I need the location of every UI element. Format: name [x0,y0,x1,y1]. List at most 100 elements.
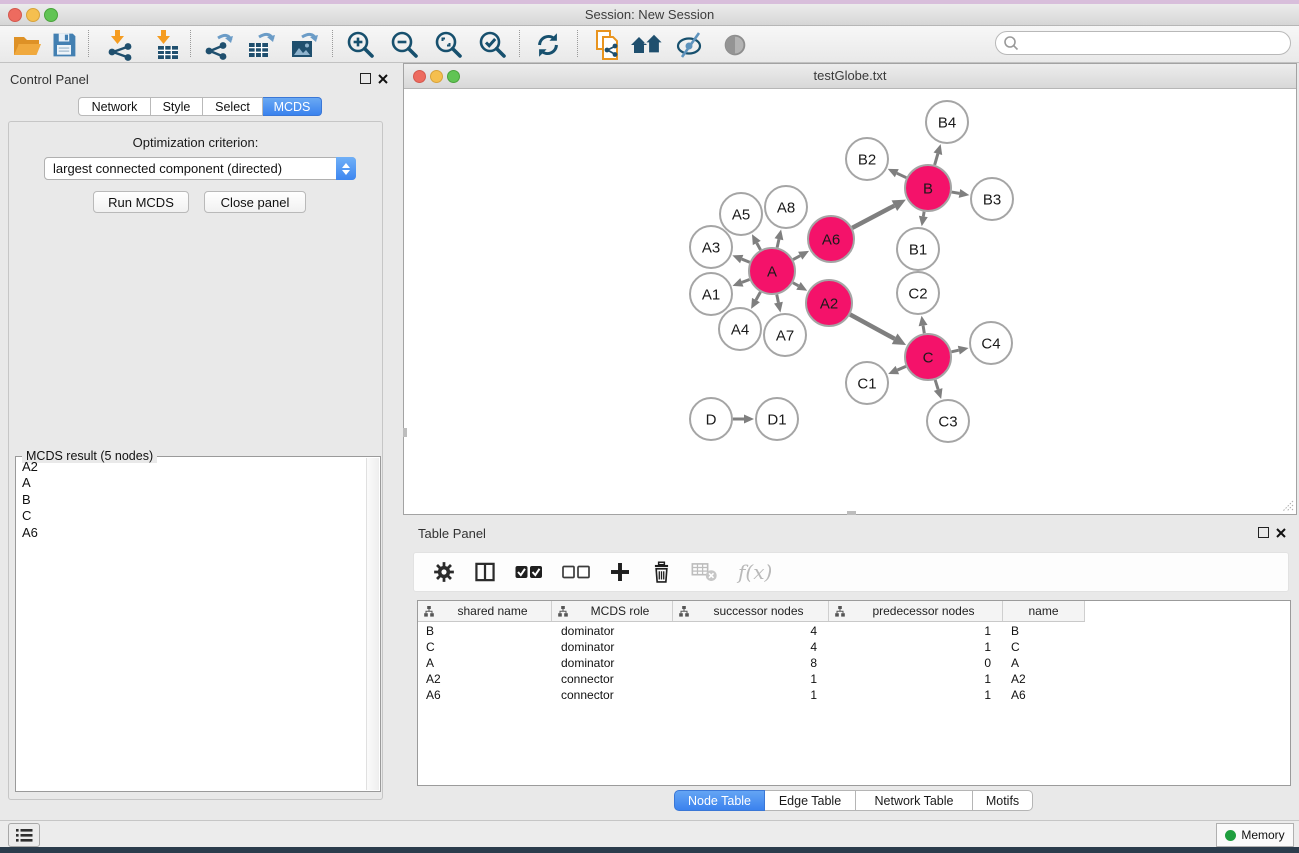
search-icon [1003,35,1020,52]
result-list-item[interactable]: C [17,508,367,524]
zoom-fit-button[interactable] [432,29,466,61]
table-settings-button[interactable] [432,558,456,586]
edge-A-A5[interactable] [757,243,761,250]
tab-motifs[interactable]: Motifs [973,790,1033,811]
node-label-B4: B4 [938,114,956,131]
edge-A-A8[interactable] [777,239,779,247]
edge-B-B1[interactable] [923,212,924,217]
network-zoom-button[interactable] [447,70,460,83]
edge-A-A6[interactable] [793,256,800,260]
zoom-selected-button[interactable] [476,29,510,61]
show-panels-button[interactable] [8,823,40,847]
table-row[interactable]: Adominator80A [418,655,1085,671]
zoom-in-button[interactable] [344,29,378,61]
edge-A-A7[interactable] [777,295,779,303]
edge-C-C1[interactable] [897,366,906,370]
edge-C-C4[interactable] [951,350,958,352]
result-list-scrollbar[interactable] [366,458,379,790]
zoom-out-button[interactable] [388,29,422,61]
network-window-titlebar[interactable]: testGlobe.txt [404,64,1296,89]
control-panel-tabs: NetworkStyleSelectMCDS [78,97,322,116]
table-row[interactable]: Bdominator41B [418,623,1085,639]
tab-mcds[interactable]: MCDS [263,97,322,116]
close-window-button[interactable] [8,8,22,22]
toolbar-separator [332,30,333,57]
add-column-button[interactable] [608,558,632,586]
edge-B-B4[interactable] [935,154,938,165]
column-header-name[interactable]: name [1003,601,1085,621]
edge-C-C3[interactable] [935,380,938,390]
run-mcds-button[interactable]: Run MCDS [93,191,189,213]
result-list-item[interactable]: B [17,492,367,508]
search-input[interactable] [1024,34,1290,52]
network-window-title: testGlobe.txt [404,64,1296,88]
home-layout-button[interactable] [630,29,664,61]
column-header-MCDS-role[interactable]: MCDS role [552,601,673,621]
close-panel-button[interactable]: Close panel [204,191,306,213]
minimize-window-button[interactable] [26,8,40,22]
deselect-all-button[interactable] [561,558,591,586]
float-table-panel-icon[interactable] [1258,527,1269,538]
edge-B-B3[interactable] [952,192,960,193]
delete-column-button[interactable] [649,558,673,586]
open-file-button[interactable] [10,29,44,61]
tab-edge-table[interactable]: Edge Table [765,790,856,811]
network-graph[interactable]: B4B2BB3A8A5A6A3B1AA1C2A2A4A7C4CC1DD1C3 [405,89,1295,514]
column-header-successor-nodes[interactable]: successor nodes [673,601,829,621]
tab-network-table[interactable]: Network Table [856,790,973,811]
memory-label: Memory [1241,828,1284,842]
zoom-fit-icon [433,29,465,61]
close-table-panel-icon[interactable] [1276,528,1286,538]
node-table[interactable]: shared nameMCDS rolesuccessor nodesprede… [417,600,1291,786]
column-header-shared-name[interactable]: shared name [418,601,552,621]
mcds-result-list[interactable]: A2ABCA6 [17,459,367,790]
mcds-panel: Optimization criterion: largest connecte… [8,121,383,800]
select-all-button[interactable] [514,558,544,586]
svg-text:f(x): f(x) [736,560,771,584]
result-list-item[interactable]: A6 [17,525,367,541]
float-panel-icon[interactable] [360,73,371,84]
memory-button[interactable]: Memory [1216,823,1294,847]
tab-node-table[interactable]: Node Table [674,790,765,811]
result-list-item[interactable]: A [17,475,367,491]
search-field-wrap [995,31,1291,55]
clone-network-button[interactable] [590,29,624,61]
edge-A-A2[interactable] [793,283,799,286]
hide-graphics-details-button[interactable] [673,29,707,61]
refresh-button[interactable] [531,29,565,61]
result-list-item[interactable]: A2 [17,459,367,475]
table-row[interactable]: A2connector11A2 [418,671,1085,687]
tab-network[interactable]: Network [78,97,151,116]
tab-select[interactable]: Select [203,97,263,116]
criterion-dropdown[interactable]: largest connected component (directed) [44,157,356,180]
export-image-button[interactable] [287,29,321,61]
table-panel-controls [1258,527,1286,538]
column-header-predecessor-nodes[interactable]: predecessor nodes [829,601,1003,621]
node-label-C: C [923,349,934,366]
split-panel-button[interactable] [473,558,497,586]
zoom-window-button[interactable] [44,8,58,22]
table-row[interactable]: A6connector11A6 [418,687,1085,703]
function-builder-button[interactable]: f(x) [735,558,771,586]
edge-A-A3[interactable] [742,259,750,262]
network-close-button[interactable] [413,70,426,83]
table-row[interactable]: Cdominator41C [418,639,1085,655]
import-table-button[interactable] [149,29,183,61]
edge-A6-B[interactable] [852,206,894,228]
close-panel-icon[interactable] [378,74,388,84]
edge-A-A1[interactable] [742,279,750,282]
edge-A-A4[interactable] [756,292,760,300]
network-minimize-button[interactable] [430,70,443,83]
node-label-C1: C1 [857,375,876,392]
export-network-button[interactable] [201,29,235,61]
edge-B-B2[interactable] [897,173,907,178]
delete-table-button[interactable] [690,558,718,586]
import-network-button[interactable] [103,29,137,61]
save-session-button[interactable] [47,29,81,61]
edge-C-C2[interactable] [923,326,924,334]
export-table-button[interactable] [244,29,278,61]
edge-A2-C[interactable] [850,314,895,338]
resize-grip-icon[interactable] [1280,498,1294,512]
tab-style[interactable]: Style [151,97,203,116]
show-graphics-details-button[interactable] [718,29,752,61]
